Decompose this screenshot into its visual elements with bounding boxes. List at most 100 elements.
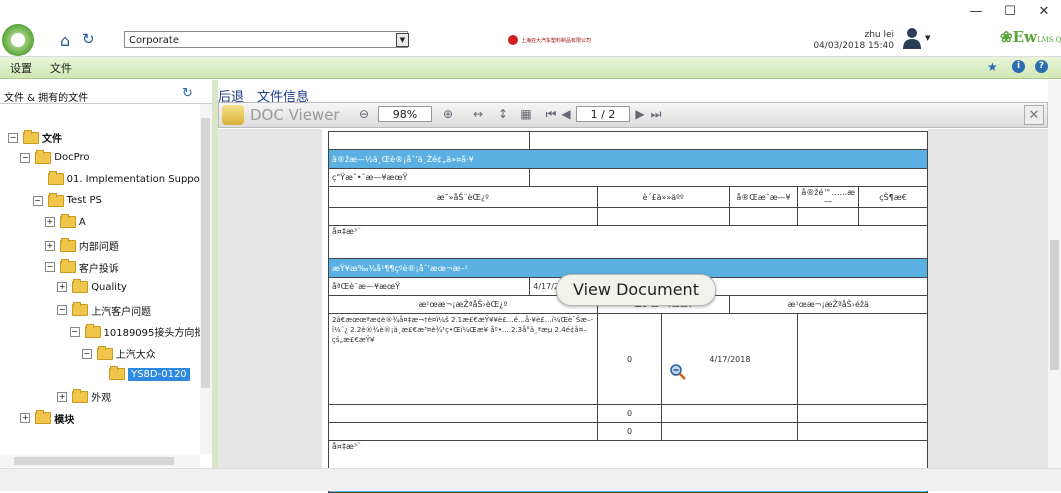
magnifier-cursor-icon <box>670 364 686 380</box>
folder-icon <box>72 388 89 403</box>
table-cell: åªŒè¯æ—¥æœŸ <box>327 277 531 296</box>
tree-item[interactable]: − DocPro <box>20 149 90 164</box>
brand-logo: ❀EwLMS QMS <box>1000 28 1061 46</box>
collapse-icon[interactable]: − <box>69 326 80 337</box>
zoom-in-icon[interactable]: ⊕ <box>440 106 456 122</box>
folder-icon <box>96 345 113 360</box>
table-cell <box>797 404 928 423</box>
fit-width-icon[interactable]: ↔ <box>470 106 486 122</box>
tree-item[interactable]: + 内部问题 <box>44 237 119 253</box>
tree-item[interactable]: − 上汽客户问题 <box>57 302 151 318</box>
folder-icon <box>59 259 76 274</box>
expand-icon[interactable]: + <box>44 240 55 251</box>
folder-icon <box>72 279 89 294</box>
brand-subtext: LMS QMS <box>1036 36 1061 44</box>
tree-item-label: 客户投诉 <box>78 263 119 275</box>
first-page-icon[interactable]: ⏮ <box>543 106 559 122</box>
help-icon[interactable]: ? <box>1035 60 1048 73</box>
doc-viewer-icon <box>222 105 244 125</box>
expand-icon[interactable]: + <box>20 413 31 424</box>
maximize-button[interactable]: ☐ <box>993 0 1027 22</box>
previous-page-icon[interactable]: ◀ <box>558 106 574 122</box>
table-cell <box>797 422 928 441</box>
folder-icon <box>72 302 89 317</box>
folder-icon <box>59 237 76 252</box>
tree-item[interactable]: − 文件 <box>8 129 62 145</box>
collapse-icon[interactable]: − <box>8 132 18 143</box>
tree-item[interactable]: YS8D-0120 <box>94 366 190 381</box>
tree-item-label: 上汽大众 <box>115 350 156 361</box>
tree-item-label: 10189095接头方向批量 <box>103 328 215 340</box>
refresh-icon[interactable]: ↻ <box>82 30 95 48</box>
folder-icon <box>59 214 76 229</box>
pin-icon[interactable]: ★ <box>987 60 998 74</box>
folder-icon <box>35 149 52 164</box>
blank-cell <box>529 131 928 150</box>
app-logo[interactable] <box>2 24 34 56</box>
tree-item-label: DocPro <box>54 152 90 164</box>
tree-vertical-scroll-thumb[interactable] <box>201 118 210 388</box>
collapse-icon[interactable]: − <box>44 262 55 273</box>
column-header: å®žé™…...æ— <box>797 186 859 208</box>
tree-item[interactable]: + Quality <box>57 279 127 294</box>
zoom-out-icon[interactable]: ⊖ <box>356 106 372 122</box>
tree-item[interactable]: + 外观 <box>57 388 111 404</box>
info-icon[interactable]: i <box>1012 60 1025 73</box>
close-viewer-button[interactable]: ✕ <box>1024 105 1044 125</box>
column-header: æ¹œæ¬¡æŽªåŠ›éžä <box>728 295 929 314</box>
user-avatar-icon[interactable] <box>902 27 922 49</box>
tree-item-label: 01. Implementation Support <box>66 173 208 185</box>
company-name: 上海亚大汽车塑料制品有限公司 <box>521 37 592 44</box>
table-cell <box>529 168 928 187</box>
table-cell <box>328 207 598 226</box>
next-page-icon[interactable]: ▶ <box>632 106 648 122</box>
minimize-button[interactable]: — <box>959 0 993 22</box>
collapse-icon[interactable]: − <box>20 152 31 163</box>
tree-item[interactable]: − 10189095接头方向批量 <box>69 323 215 340</box>
status-bar <box>0 468 1061 491</box>
menu-settings[interactable]: 设置 <box>10 60 32 76</box>
tree-item-label: A <box>78 216 86 228</box>
table-cell <box>328 404 598 423</box>
table-cell <box>661 404 799 423</box>
tree-horizontal-scroll-thumb[interactable] <box>14 457 174 465</box>
window-controls: — ☐ ✕ <box>959 0 1061 22</box>
tree-item[interactable]: − 上汽大众 <box>81 345 156 361</box>
column-header: è´£ä»»äºº <box>596 186 730 208</box>
section-header: â®žæ—½ä¸Œè®¡åˆ’ä¸Žé¢„ä»¤å·¥ <box>328 149 928 169</box>
tree-item[interactable]: − Test PS <box>32 192 102 207</box>
table-cell: 4/17/2018 <box>661 313 799 405</box>
view-document-tooltip: View Document <box>556 274 716 306</box>
expand-icon[interactable]: + <box>44 217 55 228</box>
expand-icon[interactable]: + <box>57 391 68 402</box>
menu-bar <box>0 57 1061 79</box>
tree-refresh-icon[interactable]: ↻ <box>182 86 193 101</box>
tree-item[interactable]: − 客户投诉 <box>44 259 119 275</box>
zoom-level-field[interactable]: 98% <box>378 106 432 122</box>
collapse-icon[interactable]: − <box>32 195 43 206</box>
remark-cell: å¤‡æ³¨ <box>328 225 928 259</box>
user-menu-chevron-icon[interactable]: ▼ <box>925 34 930 42</box>
tree-item[interactable]: 01. Implementation Support <box>33 171 208 186</box>
detail-text-cell: 2â€æœœªæ¢è®¾å¤‡æ¬†è¤ï¼š 2.1æ£€æŸ¥¥è£…é…å… <box>328 313 598 405</box>
tree-item[interactable]: + 模块 <box>20 410 74 426</box>
table-cell <box>728 207 799 226</box>
thumbnails-grid-icon[interactable]: ▦ <box>518 106 534 122</box>
fit-height-icon[interactable]: ↕ <box>495 106 511 122</box>
tree-item-label: Quality <box>91 281 127 293</box>
org-select[interactable]: Corporate <box>124 31 408 48</box>
org-select-dropdown-icon[interactable]: ▼ <box>396 33 409 47</box>
menu-files[interactable]: 文件 <box>50 60 72 76</box>
home-icon[interactable]: ⌂ <box>60 31 70 50</box>
expand-icon[interactable]: + <box>57 282 68 293</box>
close-window-button[interactable]: ✕ <box>1027 0 1061 22</box>
document-vertical-scroll-thumb[interactable] <box>1050 240 1059 370</box>
tree-item[interactable]: + A <box>44 214 86 229</box>
page-number-field[interactable]: 1 / 2 <box>576 106 630 122</box>
company-mark-icon <box>508 35 518 45</box>
folder-icon <box>47 192 64 207</box>
collapse-icon[interactable]: − <box>81 348 92 359</box>
folder-icon <box>84 323 101 338</box>
last-page-icon[interactable]: ⏭ <box>648 106 664 122</box>
collapse-icon[interactable]: − <box>57 305 68 316</box>
